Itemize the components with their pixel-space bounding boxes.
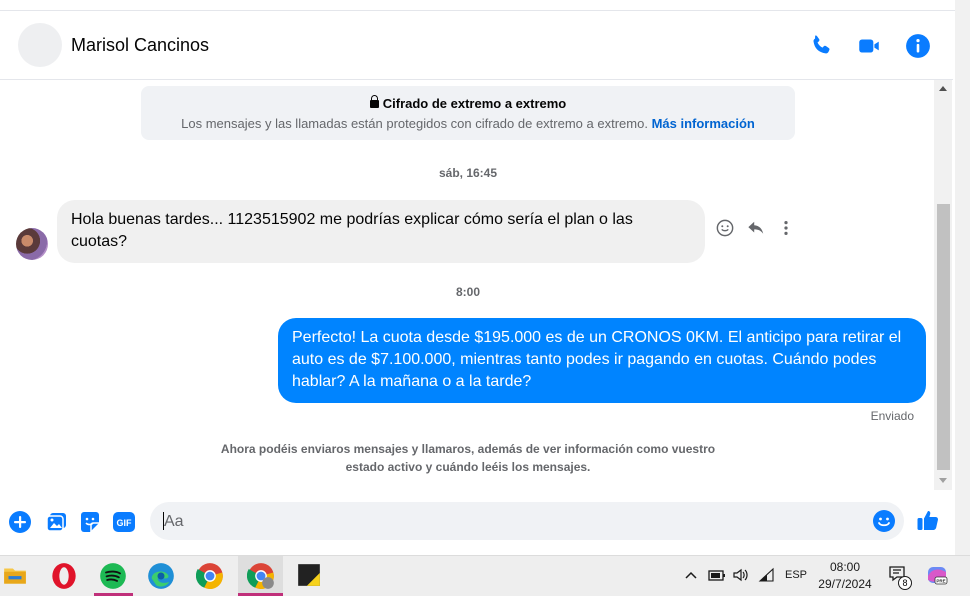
scroll-up-arrow-icon[interactable] — [939, 86, 947, 91]
chrome-profile-icon — [247, 563, 274, 590]
react-button[interactable] — [716, 219, 734, 242]
opera-icon — [52, 563, 76, 589]
sticky-note-icon — [298, 564, 320, 586]
more-info-link[interactable]: Más información — [652, 116, 755, 131]
reply-button[interactable] — [747, 219, 765, 242]
spotify-taskbar-button[interactable] — [99, 562, 127, 590]
notifications-button[interactable]: 8 — [888, 565, 912, 590]
scroll-thumb[interactable] — [937, 204, 950, 470]
sticker-button[interactable] — [78, 510, 102, 534]
gif-icon: GIF — [113, 512, 135, 532]
attach-photo-button[interactable] — [45, 510, 69, 534]
speaker-icon — [733, 568, 748, 582]
sent-status: Enviado — [870, 409, 914, 423]
encryption-text: Los mensajes y las llamadas están proteg… — [141, 116, 795, 131]
encryption-title: Cifrado de extremo a extremo — [141, 95, 795, 111]
smiley-icon — [716, 219, 734, 237]
notification-count-badge: 8 — [898, 576, 912, 590]
windows-taskbar: ESP 08:00 29/7/2024 8 PRE — [0, 555, 970, 596]
battery-button[interactable] — [708, 567, 726, 586]
wifi-button[interactable] — [758, 567, 776, 586]
connection-info-note: Ahora podéis enviaros mensajes y llamaro… — [220, 442, 716, 474]
conversation-scrollbar[interactable] — [934, 80, 952, 490]
more-options-button[interactable] — [778, 219, 794, 242]
image-icon — [46, 513, 66, 532]
clock-date: 29/7/2024 — [818, 577, 872, 591]
messenger-window: Marisol Cancinos Cifrado de extremo a ex… — [0, 0, 955, 555]
clock-time: 08:00 — [829, 560, 861, 574]
copilot-icon: PRE — [928, 567, 948, 585]
scroll-down-arrow-icon[interactable] — [939, 478, 947, 483]
emoji-button[interactable] — [872, 509, 896, 533]
opera-taskbar-button[interactable] — [50, 562, 78, 590]
video-call-button[interactable] — [856, 33, 882, 59]
message-composer: GIF — [0, 496, 955, 554]
conversation-info-button[interactable] — [905, 33, 931, 59]
message-timestamp: 8:00 — [455, 285, 481, 299]
taskbar-clock[interactable]: 08:00 29/7/2024 — [812, 559, 878, 593]
spotify-icon — [100, 563, 126, 589]
language-indicator[interactable]: ESP — [785, 569, 807, 581]
info-icon — [906, 34, 930, 58]
folder-icon — [4, 568, 26, 584]
thumbs-up-icon — [917, 511, 938, 530]
wifi-icon — [758, 567, 774, 582]
encryption-title-text: Cifrado de extremo a extremo — [382, 96, 567, 111]
phone-icon — [813, 35, 830, 54]
encryption-description: Los mensajes y las llamadas están proteg… — [181, 116, 648, 131]
lock-icon — [369, 95, 379, 108]
message-timestamp: sáb, 16:45 — [438, 166, 498, 180]
edge-icon — [148, 563, 174, 589]
chrome-icon — [195, 563, 223, 590]
file-explorer-taskbar-button[interactable] — [2, 562, 30, 590]
volume-button[interactable] — [732, 567, 750, 586]
message-input[interactable] — [162, 502, 866, 542]
plus-circle-icon — [9, 511, 31, 533]
svg-text:GIF: GIF — [117, 518, 133, 528]
incoming-message-bubble[interactable]: Hola buenas tardes... 1123515902 me podr… — [57, 200, 705, 263]
sticker-icon — [81, 512, 99, 532]
contact-avatar[interactable] — [18, 23, 62, 67]
chrome-taskbar-button[interactable] — [195, 562, 224, 590]
svg-text:PRE: PRE — [936, 579, 945, 584]
more-actions-button[interactable] — [8, 510, 32, 534]
page-scrollbar[interactable] — [955, 0, 970, 555]
show-hidden-icons-button[interactable] — [684, 568, 698, 585]
encryption-notice: Cifrado de extremo a extremo Los mensaje… — [141, 86, 795, 140]
sticky-notes-taskbar-button[interactable] — [296, 562, 324, 590]
battery-icon — [708, 570, 725, 581]
chevron-up-icon — [685, 571, 697, 579]
window-top-strip — [0, 0, 955, 11]
reply-arrow-icon — [748, 221, 764, 234]
gif-button[interactable]: GIF — [112, 510, 136, 534]
copilot-button[interactable]: PRE — [926, 564, 948, 586]
contact-name[interactable]: Marisol Cancinos — [71, 35, 209, 56]
outgoing-message-bubble[interactable]: Perfecto! La cuota desde $195.000 es de … — [278, 318, 926, 403]
chrome-profile-taskbar-button[interactable] — [238, 556, 283, 596]
conversation-header: Marisol Cancinos — [0, 11, 953, 80]
emoji-icon — [873, 510, 895, 532]
video-camera-icon — [859, 39, 879, 53]
edge-taskbar-button[interactable] — [147, 562, 175, 590]
like-button[interactable] — [916, 508, 940, 532]
sender-avatar[interactable] — [16, 228, 48, 260]
message-input-box[interactable] — [150, 502, 904, 542]
voice-call-button[interactable] — [808, 33, 834, 59]
vertical-dots-icon — [784, 220, 788, 236]
